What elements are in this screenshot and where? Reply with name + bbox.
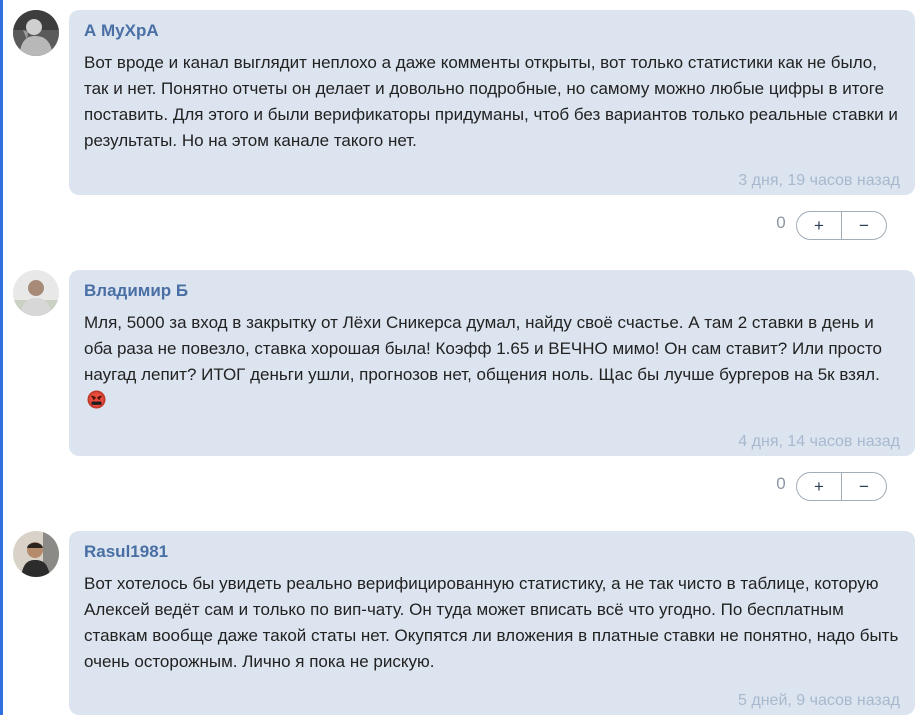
vote-score: 0 [776,213,786,232]
avatar[interactable] [13,531,59,577]
vote-controls: 0 + − [776,211,916,240]
vote-controls: 0 + − [776,472,916,501]
upvote-button[interactable]: + [797,473,842,500]
comment-author[interactable]: Rasul1981 [84,542,899,562]
angry-face-emoji-icon [87,390,106,409]
comment-bubble: А МуХрА Вот вроде и канал выглядит непло… [69,10,915,195]
avatar[interactable] [13,270,59,316]
comment-text: Вот хотелось бы увидеть реально верифици… [84,574,899,671]
vote-score: 0 [776,474,786,493]
avatar[interactable] [13,10,59,56]
vote-button-group: + − [796,472,887,501]
downvote-button[interactable]: − [842,212,886,239]
comment-timestamp[interactable]: 3 дня, 19 часов назад [738,172,900,190]
upvote-button[interactable]: + [797,212,842,239]
comment-bubble: Владимир Б Мля, 5000 за вход в закрытку … [69,270,915,456]
comment-bubble: Rasul1981 Вот хотелось бы увидеть реальн… [69,531,915,715]
comment-author[interactable]: Владимир Б [84,281,899,301]
vote-button-group: + − [796,211,887,240]
comment-timestamp[interactable]: 5 дней, 9 часов назад [738,692,900,710]
comment-text-body: Мля, 5000 за вход в закрытку от Лёхи Сни… [84,313,882,384]
comment-text: Мля, 5000 за вход в закрытку от Лёхи Сни… [84,310,899,414]
thread-accent-line [0,0,3,715]
downvote-button[interactable]: − [842,473,886,500]
comment-text: Вот вроде и канал выглядит неплохо а даж… [84,53,898,150]
comment-timestamp[interactable]: 4 дня, 14 часов назад [738,433,900,451]
comment-author[interactable]: А МуХрА [84,21,899,41]
